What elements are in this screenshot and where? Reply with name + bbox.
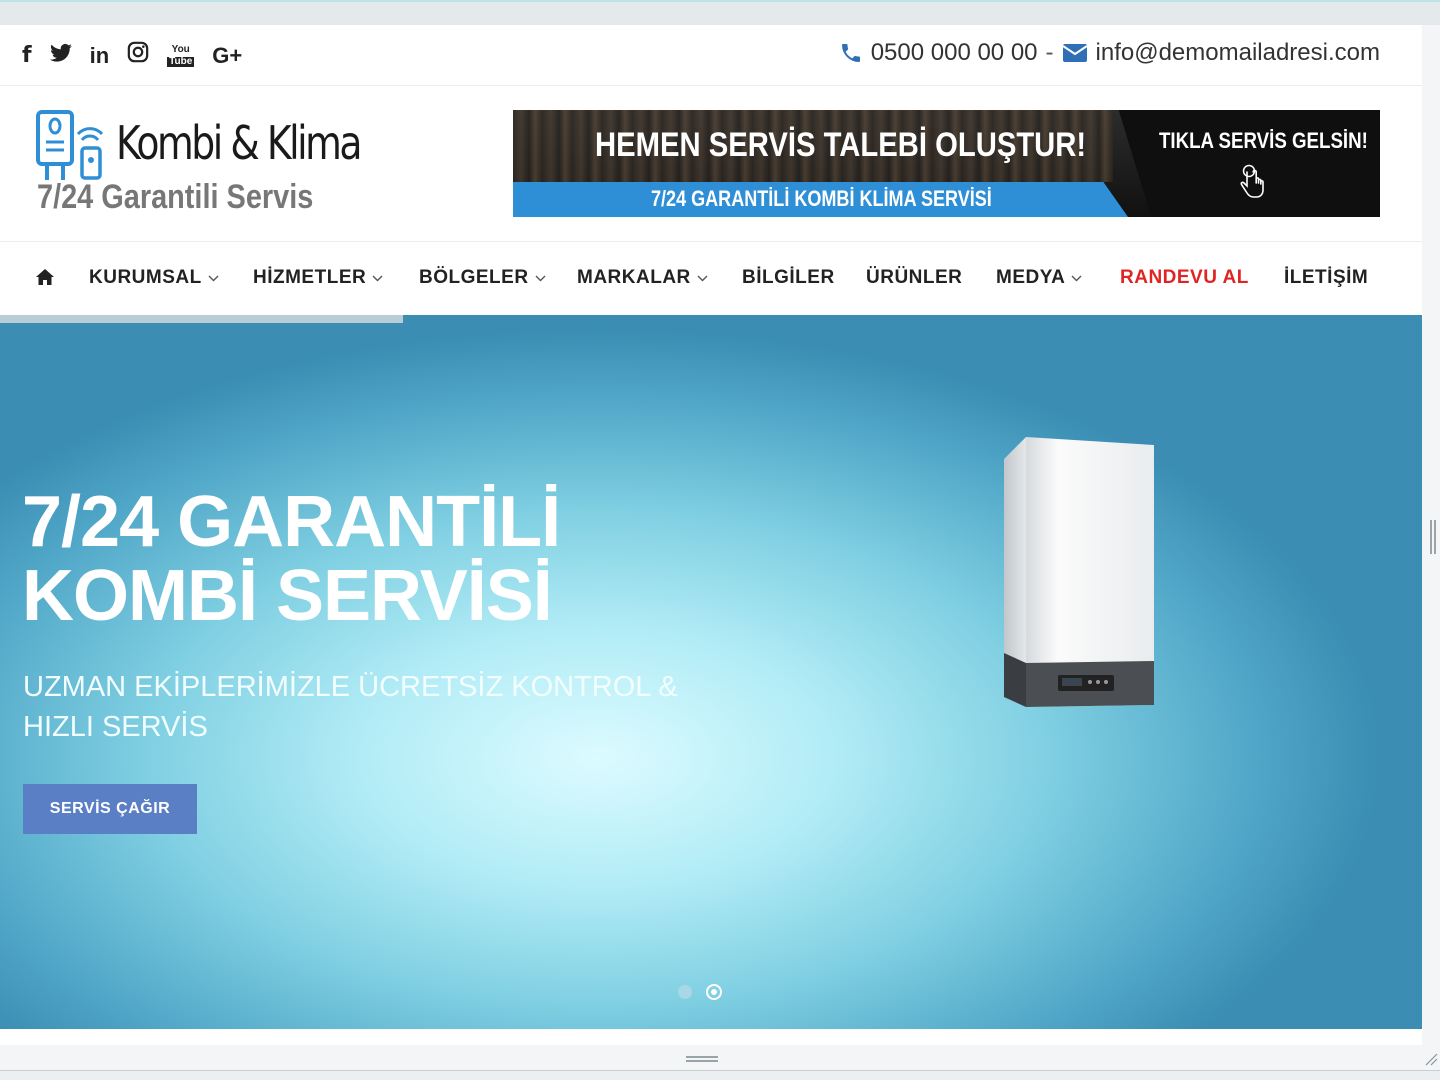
envelope-icon	[1061, 44, 1088, 62]
site-logo[interactable]: Kombi & Klima 7/24 Garantili Servis	[34, 108, 363, 228]
nav-item-label: MEDYA	[996, 267, 1066, 288]
boiler-image	[1004, 437, 1154, 707]
chevron-down-icon	[208, 275, 219, 281]
call-service-button[interactable]: SERVİS ÇAĞIR	[23, 784, 197, 834]
nav-item-label: BÖLGELER	[419, 267, 529, 288]
youtube-icon[interactable]: You Tube	[167, 43, 195, 67]
facebook-icon[interactable]: f	[22, 42, 32, 70]
phone-number[interactable]: 0500 000 00 00	[871, 39, 1038, 67]
linkedin-icon[interactable]: in	[90, 42, 110, 70]
hand-pointer-icon	[1240, 164, 1264, 198]
social-links: f in You Tube G+	[22, 41, 242, 70]
nav-item-label: HİZMETLER	[253, 267, 367, 288]
nav-item-urunler[interactable]: ÜRÜNLER	[866, 267, 962, 289]
nav-item-label: BİLGİLER	[742, 267, 835, 288]
slider-progress-bar	[0, 315, 403, 323]
nav-item-label: KURUMSAL	[89, 267, 202, 288]
nav-item-kurumsal[interactable]: KURUMSAL	[89, 267, 219, 289]
nav-item-bolgeler[interactable]: BÖLGELER	[419, 267, 546, 289]
nav-item-label: RANDEVU AL	[1120, 267, 1249, 288]
horizontal-splitter[interactable]	[0, 1045, 1440, 1070]
banner-subline: 7/24 GARANTİLİ KOMBİ KLİMA SERVİSİ	[651, 186, 992, 211]
hero-title-line2: KOMBİ SERVİSİ	[22, 556, 553, 636]
horizontal-drag-handle[interactable]	[686, 1056, 718, 1062]
browser-frame-top	[0, 0, 1440, 25]
contact-separator: -	[1045, 39, 1054, 66]
nav-item-markalar[interactable]: MARKALAR	[577, 267, 708, 289]
youtube-icon-bottom: Tube	[167, 55, 195, 67]
phone-icon	[841, 44, 860, 62]
nav-item-label: İLETİŞİM	[1284, 267, 1369, 288]
site-header: Kombi & Klima 7/24 Garantili Servis HEME…	[0, 86, 1422, 242]
chevron-down-icon	[535, 275, 546, 281]
home-icon[interactable]	[36, 269, 54, 285]
hero-title-line1: 7/24 GARANTİLİ	[22, 482, 561, 562]
hero-title: 7/24 GARANTİLİ KOMBİ SERVİSİ	[22, 482, 561, 636]
banner-cta-text: TIKLA SERVİS GELSİN!	[1159, 128, 1368, 153]
window-bottom-edge	[0, 1070, 1440, 1080]
nav-item-medya[interactable]: MEDYA	[996, 267, 1082, 289]
boiler-wifi-logo-icon	[36, 110, 104, 180]
chevron-down-icon	[372, 275, 383, 281]
banner-headline: HEMEN SERVİS TALEBİ OLUŞTUR!	[595, 126, 1087, 164]
nav-item-randevu-al[interactable]: RANDEVU AL	[1120, 267, 1249, 289]
main-navigation: KURUMSAL HİZMETLER BÖLGELER MARKALAR BİL…	[0, 242, 1422, 314]
email-address[interactable]: info@demomailadresi.com	[1096, 39, 1380, 67]
chevron-down-icon	[1071, 275, 1082, 281]
chevron-down-icon	[697, 275, 708, 281]
slider-dot-1[interactable]	[678, 985, 692, 999]
slider-dot-2-active[interactable]	[706, 984, 722, 1000]
twitter-icon[interactable]	[49, 42, 72, 70]
nav-item-label: MARKALAR	[577, 267, 691, 288]
nav-item-hizmetler[interactable]: HİZMETLER	[253, 267, 383, 289]
logo-title: Kombi & Klima	[116, 116, 363, 170]
vertical-drag-handle[interactable]	[1430, 520, 1436, 554]
banner-cta-panel	[1118, 110, 1380, 217]
nav-item-label: ÜRÜNLER	[866, 267, 963, 288]
service-request-banner[interactable]: HEMEN SERVİS TALEBİ OLUŞTUR! 7/24 GARANT…	[513, 110, 1380, 217]
resize-grip-icon[interactable]	[1424, 1050, 1438, 1066]
top-bar: f in You Tube G+ 0500 000 00 00 - info@d…	[0, 25, 1422, 86]
hero-slider: 7/24 GARANTİLİ KOMBİ SERVİSİ UZMAN EKİPL…	[0, 315, 1422, 1029]
nav-item-iletisim[interactable]: İLETİŞİM	[1284, 267, 1368, 289]
logo-subtitle: 7/24 Garantili Servis	[37, 178, 314, 216]
nav-item-bilgiler[interactable]: BİLGİLER	[742, 267, 835, 289]
google-plus-icon[interactable]: G+	[212, 42, 242, 70]
contact-info: 0500 000 00 00 - info@demomailadresi.com	[839, 39, 1380, 67]
web-page: f in You Tube G+ 0500 000 00 00 - info@d…	[0, 25, 1422, 1045]
instagram-icon[interactable]	[127, 41, 149, 70]
youtube-icon-top: You	[171, 43, 190, 55]
hero-subtitle: UZMAN EKİPLERİMİZLE ÜCRETSİZ KONTROL & H…	[23, 671, 678, 743]
